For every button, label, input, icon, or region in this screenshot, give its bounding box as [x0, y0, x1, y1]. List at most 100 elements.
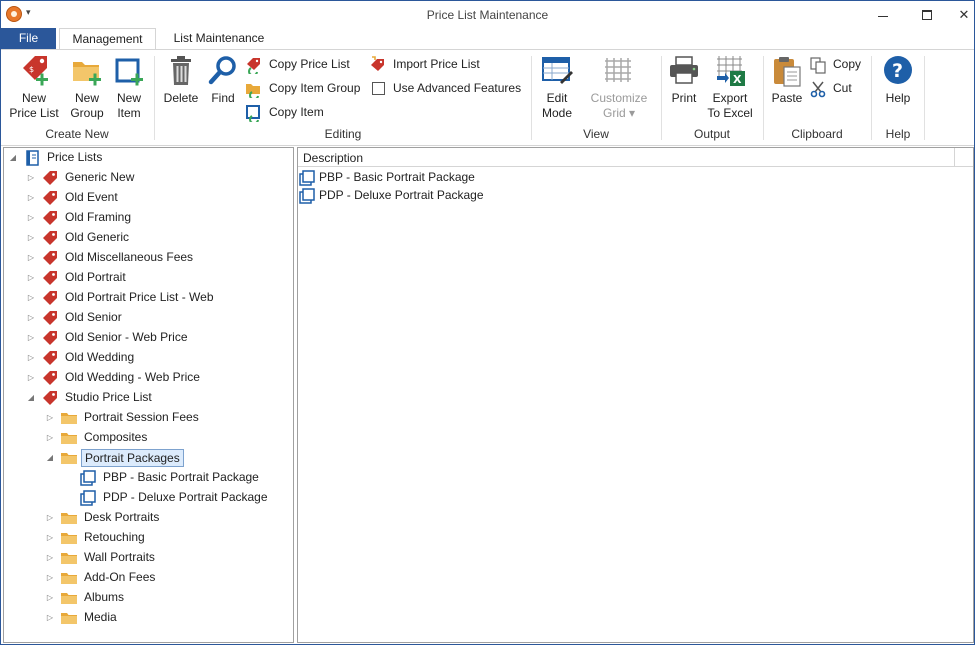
- expand-arrow-icon[interactable]: ▷: [26, 188, 36, 208]
- tree-node[interactable]: ▷ Old Framing: [26, 207, 134, 227]
- tree-node[interactable]: ▷ Old Event: [26, 187, 121, 207]
- maximize-button[interactable]: [909, 1, 945, 28]
- expand-arrow-icon[interactable]: ▷: [45, 588, 55, 608]
- expand-arrow-icon[interactable]: ▷: [26, 308, 36, 328]
- list-row[interactable]: PBP - Basic Portrait Package: [298, 168, 475, 186]
- title-bar: ▾ Price List Maintenance ✕: [1, 1, 974, 28]
- excel-export-icon: X: [717, 56, 745, 86]
- list-row[interactable]: PDP - Deluxe Portrait Package: [298, 186, 484, 204]
- collapse-arrow-icon[interactable]: ◢: [26, 388, 36, 408]
- expand-arrow-icon[interactable]: ▷: [45, 508, 55, 528]
- app-window: ▾ Price List Maintenance ✕ File Manageme…: [0, 0, 975, 645]
- tree-node[interactable]: ▷ Desk Portraits: [45, 507, 162, 527]
- price-list-tree[interactable]: ◢ Price Lists ▷ Generic New ▷ Old Event ▷ Old …: [3, 147, 294, 643]
- expand-arrow-icon[interactable]: ▷: [45, 548, 55, 568]
- tree-node[interactable]: ▷ Old Portrait Price List - Web: [26, 287, 217, 307]
- grid-icon: [605, 58, 631, 82]
- tree-node[interactable]: ▷ Portrait Session Fees: [45, 407, 202, 427]
- group-label-create-new: Create New: [45, 127, 109, 141]
- tree-node[interactable]: ▷ Retouching: [45, 527, 148, 547]
- price-tag-icon: [43, 270, 57, 285]
- item-package-icon: [299, 188, 315, 204]
- clipboard-paste-icon: [774, 57, 801, 87]
- column-description[interactable]: Description: [303, 151, 363, 165]
- item-list[interactable]: Description PBP - Basic Portrait Package…: [297, 147, 974, 643]
- price-list-book-icon: [26, 150, 39, 166]
- tree-node-label: Wall Portraits: [84, 549, 155, 564]
- tree-node[interactable]: ▷ Media: [45, 607, 120, 627]
- expand-arrow-icon[interactable]: ▷: [26, 268, 36, 288]
- tab-management[interactable]: Management: [59, 28, 156, 50]
- tree-node[interactable]: ▷ Albums: [45, 587, 127, 607]
- item-package-icon: [80, 490, 96, 506]
- find-button[interactable]: Find: [205, 54, 241, 106]
- delete-button[interactable]: Delete: [161, 54, 201, 106]
- copy-item-button[interactable]: Copy Item: [245, 102, 324, 122]
- expand-arrow-icon[interactable]: ▷: [45, 568, 55, 588]
- expand-arrow-icon[interactable]: ▷: [45, 528, 55, 548]
- tree-node[interactable]: ▷ Old Generic: [26, 227, 132, 247]
- tree-node[interactable]: ▷ Wall Portraits: [45, 547, 158, 567]
- tree-node[interactable]: ▷ Old Senior - Web Price: [26, 327, 191, 347]
- ribbon-separator: [924, 56, 925, 140]
- tree-node[interactable]: ▷ Old Miscellaneous Fees: [26, 247, 196, 267]
- expand-arrow-icon[interactable]: ▷: [26, 328, 36, 348]
- expand-arrow-icon[interactable]: ▷: [45, 608, 55, 628]
- minimize-button[interactable]: [865, 1, 901, 28]
- edit-mode-button[interactable]: Edit Mode: [535, 54, 579, 121]
- tree-node-label: Composites: [84, 429, 148, 444]
- use-advanced-features-checkbox[interactable]: Use Advanced Features: [370, 78, 521, 98]
- checkbox-box[interactable]: [372, 82, 385, 96]
- price-tag-add-icon: $: [23, 56, 48, 86]
- expand-arrow-icon[interactable]: ▷: [26, 288, 36, 308]
- group-label-help: Help: [885, 127, 911, 141]
- tree-node[interactable]: ▷ Old Portrait: [26, 267, 129, 287]
- export-to-excel-button[interactable]: X Export To Excel: [705, 54, 755, 121]
- expand-arrow-icon[interactable]: ▷: [26, 348, 36, 368]
- close-button[interactable]: ✕: [946, 1, 975, 28]
- tree-node[interactable]: ▷ Old Wedding - Web Price: [26, 367, 203, 387]
- scissors-icon: [810, 81, 826, 98]
- help-button[interactable]: ? Help: [879, 54, 917, 106]
- collapse-arrow-icon[interactable]: ◢: [45, 448, 55, 468]
- tree-node-label: Old Senior: [65, 309, 122, 324]
- folder-icon: [61, 592, 77, 604]
- paste-button[interactable]: Paste: [767, 54, 807, 106]
- expand-arrow-icon[interactable]: ▷: [26, 228, 36, 248]
- import-price-list-button[interactable]: Import Price List: [369, 54, 480, 74]
- customize-grid-button[interactable]: Customize Grid ▾: [587, 54, 651, 121]
- print-button[interactable]: Print: [665, 54, 703, 106]
- expand-arrow-icon[interactable]: ▷: [45, 428, 55, 448]
- new-group-button[interactable]: New Group: [67, 54, 107, 121]
- cut-button[interactable]: Cut: [809, 78, 852, 98]
- expand-arrow-icon[interactable]: ▷: [45, 408, 55, 428]
- tab-file[interactable]: File: [1, 28, 56, 49]
- price-tag-icon: [43, 390, 57, 405]
- tree-node-label: PDP - Deluxe Portrait Package: [103, 489, 268, 504]
- tree-node[interactable]: ▷ Add-On Fees: [45, 567, 158, 587]
- collapse-arrow-icon[interactable]: ◢: [8, 148, 18, 168]
- copy-button[interactable]: Copy: [809, 54, 861, 74]
- tree-node[interactable]: PDP - Deluxe Portrait Package: [64, 487, 271, 507]
- expand-arrow-icon[interactable]: ▷: [26, 208, 36, 228]
- folder-icon: [61, 452, 77, 464]
- ribbon-separator: [154, 56, 155, 140]
- expand-arrow-icon[interactable]: ▷: [26, 248, 36, 268]
- tree-node[interactable]: ▷ Composites: [45, 427, 150, 447]
- tree-node[interactable]: ▷ Old Senior: [26, 307, 125, 327]
- new-item-button[interactable]: New Item: [111, 54, 147, 121]
- printer-icon: [670, 56, 698, 84]
- tree-node[interactable]: ◢ Portrait Packages: [45, 447, 184, 467]
- tree-node[interactable]: ▷ Generic New: [26, 167, 137, 187]
- tree-node[interactable]: ▷ Old Wedding: [26, 347, 137, 367]
- tree-node[interactable]: PBP - Basic Portrait Package: [64, 467, 262, 487]
- expand-arrow-icon[interactable]: ▷: [26, 368, 36, 388]
- new-price-list-button[interactable]: $ New Price List: [8, 54, 60, 121]
- column-header[interactable]: Description: [298, 148, 973, 167]
- expand-arrow-icon[interactable]: ▷: [26, 168, 36, 188]
- tree-root[interactable]: ◢ Price Lists: [8, 148, 105, 168]
- tab-list-maintenance[interactable]: List Maintenance: [159, 28, 279, 49]
- copy-item-group-button[interactable]: Copy Item Group: [245, 78, 360, 98]
- copy-price-list-button[interactable]: Copy Price List: [245, 54, 350, 74]
- tree-node[interactable]: ◢ Studio Price List: [26, 387, 155, 407]
